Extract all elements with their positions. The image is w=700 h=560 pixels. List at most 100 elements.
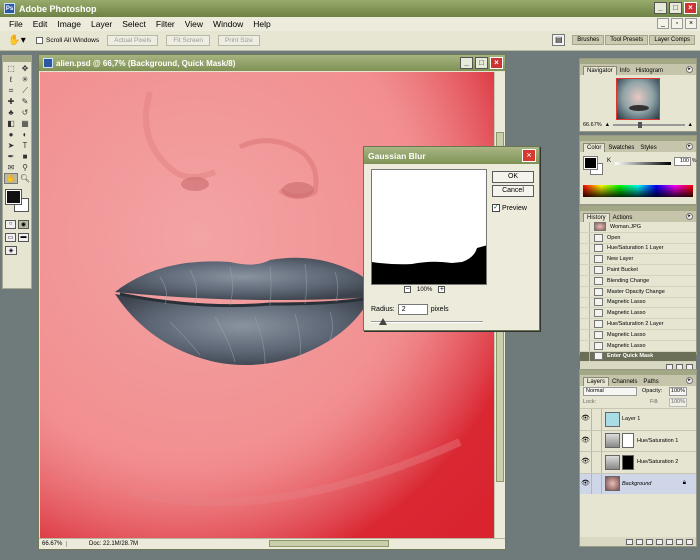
tab-styles[interactable]: Styles [637, 144, 659, 152]
tab-info[interactable]: Info [617, 67, 633, 75]
lasso-icon[interactable]: ℓ [4, 74, 18, 85]
new-set-icon[interactable] [656, 538, 663, 545]
navigator-thumbnail[interactable] [616, 78, 660, 120]
cancel-button[interactable]: Cancel [492, 185, 534, 197]
history-item[interactable]: Magnetic Lasso [580, 308, 696, 320]
preview-checkbox[interactable]: ✓ [492, 204, 500, 212]
zoom-out-button[interactable]: − [404, 286, 411, 293]
blur-icon[interactable]: ● [4, 129, 18, 140]
hand-tool-icon[interactable]: ✋ [4, 173, 18, 184]
dodge-icon[interactable]: ◐ [18, 129, 32, 140]
notes-icon[interactable]: ✉ [4, 162, 18, 173]
quick-mask-mode-icon[interactable]: ◉ [18, 220, 29, 229]
actual-pixels-button[interactable]: Actual Pixels [107, 35, 159, 46]
jump-to-imageready-icon[interactable]: ◈ [5, 246, 17, 255]
radius-input[interactable]: 2 [397, 304, 428, 315]
menu-window[interactable]: Window [208, 19, 248, 29]
menu-image[interactable]: Image [52, 19, 86, 29]
well-tab-brushes[interactable]: Brushes [572, 35, 605, 45]
history-item[interactable]: Hue/Saturation 2 Layer [580, 319, 696, 330]
tab-paths[interactable]: Paths [640, 378, 661, 386]
crop-icon[interactable]: ⌗ [4, 85, 18, 96]
document-minimize-button[interactable]: _ [460, 57, 473, 69]
eraser-icon[interactable]: ◧ [4, 118, 18, 129]
layer-row[interactable]: 👁︎ Hue/Saturation 2 [580, 451, 696, 473]
print-size-button[interactable]: Print Size [217, 35, 260, 46]
zoom-level[interactable]: 66.67% [39, 541, 67, 547]
zoom-icon[interactable]: 🔍︎ [18, 173, 32, 184]
maximize-button[interactable]: □ [669, 2, 682, 14]
menu-help[interactable]: Help [248, 19, 275, 29]
history-item[interactable]: New Layer [580, 254, 696, 266]
zoom-in-mountain-icon[interactable]: ▲ [688, 122, 693, 128]
filter-preview[interactable] [371, 169, 487, 285]
layer-style-icon[interactable] [636, 538, 643, 545]
menu-file[interactable]: File [4, 19, 28, 29]
layer-row[interactable]: 👁︎ Hue/Saturation 1 [580, 429, 696, 451]
palette-menu-icon[interactable]: ▸ [686, 213, 693, 220]
slice-icon[interactable]: ⟋ [18, 85, 32, 96]
clone-stamp-icon[interactable]: ♣ [4, 107, 18, 118]
navigator-zoom[interactable]: 66.67% [583, 122, 602, 128]
well-tab-tool-presets[interactable]: Tool Presets [605, 35, 649, 45]
close-button[interactable]: × [684, 2, 697, 14]
radius-slider[interactable] [371, 318, 483, 325]
document-maximize-button[interactable]: □ [475, 57, 488, 69]
doc-close-button[interactable]: × [685, 18, 697, 29]
new-layer-icon[interactable] [676, 538, 683, 545]
blend-mode-select[interactable]: Normal [583, 387, 637, 396]
menu-filter[interactable]: Filter [151, 19, 180, 29]
shape-icon[interactable]: ■ [18, 151, 32, 162]
eye-icon[interactable]: 👁︎ [580, 409, 592, 430]
history-brush-icon[interactable]: ↺ [18, 107, 32, 118]
delete-layer-icon[interactable] [686, 538, 693, 545]
tab-layers[interactable]: Layers [583, 377, 610, 386]
eye-icon[interactable]: 👁︎ [580, 430, 592, 451]
zoom-out-mountain-icon[interactable]: ▲ [605, 122, 610, 128]
history-item[interactable]: Magnetic Lasso [580, 329, 696, 341]
history-item[interactable]: Master Opacity Change [580, 286, 696, 298]
tab-actions[interactable]: Actions [610, 214, 636, 222]
color-fg-swatch[interactable] [583, 156, 598, 170]
palette-menu-icon[interactable]: ▸ [686, 143, 693, 150]
horizontal-scroll-thumb[interactable] [269, 540, 389, 547]
k-slider[interactable] [615, 162, 671, 165]
screen-mode-full-icon[interactable]: ▬ [18, 233, 29, 242]
tab-swatches[interactable]: Swatches [605, 144, 637, 152]
doc-restore-button[interactable]: ▫ [671, 18, 683, 29]
ok-button[interactable]: OK [492, 171, 534, 183]
history-item[interactable]: Blending Change [580, 275, 696, 287]
horizontal-scrollbar[interactable] [179, 539, 489, 548]
tab-channels[interactable]: Channels [609, 378, 640, 386]
history-item[interactable]: Magnetic Lasso [580, 340, 696, 352]
history-snapshot[interactable]: Woman.JPG [580, 222, 696, 233]
history-item[interactable]: Paint Bucket [580, 265, 696, 276]
layer-row-selected[interactable]: 👁︎ Background 🔒︎ [580, 472, 696, 494]
magic-wand-icon[interactable]: ✳ [18, 74, 32, 85]
doc-size-info[interactable]: Doc: 22.1M/28.7M [67, 541, 138, 547]
foreground-color-swatch[interactable] [5, 189, 22, 205]
fill-input[interactable]: 100% [669, 398, 687, 407]
dialog-close-button[interactable]: × [522, 149, 536, 162]
type-icon[interactable]: T [18, 140, 32, 151]
history-item[interactable]: Magnetic Lasso [580, 297, 696, 309]
k-value-input[interactable]: 100 [674, 157, 691, 166]
eyedropper-icon[interactable]: ⚲ [18, 162, 32, 173]
brush-icon[interactable]: ✎ [18, 96, 32, 107]
history-item[interactable]: Open [580, 232, 696, 244]
move-icon[interactable]: ✥ [18, 63, 32, 74]
navigator-zoom-slider[interactable] [613, 122, 685, 128]
hand-icon[interactable]: ✋▾ [4, 33, 30, 49]
new-adjustment-layer-icon[interactable] [666, 538, 673, 545]
gradient-icon[interactable]: ▦ [18, 118, 32, 129]
menu-select[interactable]: Select [117, 19, 151, 29]
tab-history[interactable]: History [583, 213, 610, 222]
well-tab-layer-comps[interactable]: Layer Comps [649, 35, 695, 45]
layer-row[interactable]: 👁︎ Layer 1 [580, 408, 696, 430]
color-ramp[interactable] [583, 185, 693, 197]
standard-mode-icon[interactable]: ○ [5, 220, 16, 229]
document-title-bar[interactable]: alien.psd @ 66,7% (Background, Quick Mas… [39, 55, 505, 71]
fit-screen-button[interactable]: Fit Screen [166, 35, 210, 46]
menu-layer[interactable]: Layer [86, 19, 117, 29]
link-layers-icon[interactable] [626, 538, 633, 545]
